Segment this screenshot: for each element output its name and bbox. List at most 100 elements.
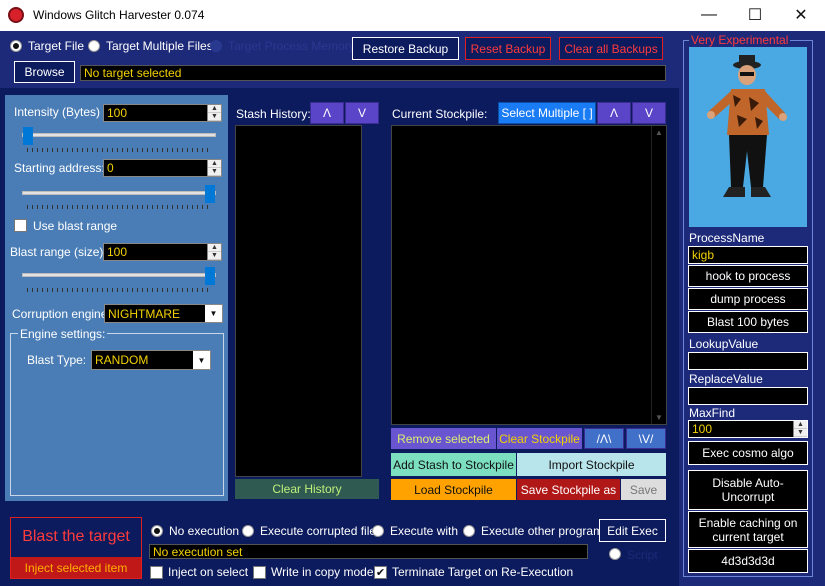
minimize-button[interactable]: — [686, 0, 732, 30]
target-process-radio[interactable] [210, 40, 222, 52]
blast-range-spinner[interactable]: ▲ ▼ [207, 244, 221, 260]
blast-range-size-input[interactable]: 100 ▲ ▼ [103, 243, 222, 261]
stockpile-down-button[interactable]: V [632, 102, 666, 124]
inject-selected-button[interactable]: Inject selected item [11, 557, 141, 578]
starting-address-slider-track[interactable] [22, 191, 216, 195]
starting-address-slider-thumb[interactable] [205, 185, 215, 203]
dancing-figure-image [689, 47, 807, 227]
stockpile-up-button[interactable]: Λ [597, 102, 631, 124]
script-label: Script [627, 548, 658, 562]
execute-with-label: Execute with [390, 524, 459, 538]
intensity-spinner[interactable]: ▲ ▼ [207, 105, 221, 121]
inject-on-select-label: Inject on select [168, 565, 249, 579]
blast-type-select[interactable]: RANDOM ▼ [91, 350, 211, 370]
stockpile-move-down-button[interactable]: \V/ [626, 428, 666, 449]
starting-address-spinner[interactable]: ▲ ▼ [207, 160, 221, 176]
clear-history-button[interactable]: Clear History [235, 479, 379, 499]
intensity-slider-track[interactable] [22, 133, 216, 137]
starting-address-slider-ticks [27, 205, 212, 209]
process-name-label: ProcessName [689, 231, 765, 245]
stockpile-title: Current Stockpile: [392, 107, 488, 121]
starting-address-label: Starting address: [14, 161, 105, 175]
app-icon [8, 7, 24, 23]
corruption-engine-value: NIGHTMARE [108, 306, 180, 321]
dancer-figure [689, 47, 807, 227]
target-status-field: No target selected [80, 65, 666, 81]
intensity-input[interactable]: 100 ▲ ▼ [103, 104, 222, 122]
intensity-value: 100 [107, 106, 128, 120]
edit-exec-button[interactable]: Edit Exec [599, 519, 666, 542]
execute-corrupted-radio[interactable] [242, 525, 254, 537]
lookup-value-input[interactable] [688, 352, 808, 370]
terminate-reexec-checkbox[interactable]: ✔ [374, 566, 387, 579]
stash-history-title: Stash History: [236, 107, 311, 121]
stash-down-button[interactable]: V [345, 102, 379, 124]
load-stockpile-button[interactable]: Load Stockpile [391, 479, 516, 500]
chevron-down-icon: ▼ [205, 305, 222, 322]
blast-type-label: Blast Type: [27, 353, 87, 367]
execute-with-radio[interactable] [372, 525, 384, 537]
target-file-radio[interactable] [10, 40, 22, 52]
stash-up-button[interactable]: Λ [310, 102, 344, 124]
execute-other-label: Execute other program [481, 524, 604, 538]
corruption-engine-select[interactable]: NIGHTMARE ▼ [104, 304, 223, 323]
target-multiple-radio[interactable] [88, 40, 100, 52]
blast-bytes-button[interactable]: Blast 100 bytes [688, 311, 808, 333]
close-button[interactable]: ✕ [778, 0, 824, 30]
execute-corrupted-label: Execute corrupted file [260, 524, 377, 538]
add-stash-button[interactable]: Add Stash to Stockpile [391, 453, 516, 476]
blast-range-slider-thumb[interactable] [205, 267, 215, 285]
no-execution-radio[interactable] [151, 525, 163, 537]
lookup-value-label: LookupValue [689, 337, 759, 351]
clear-stockpile-button[interactable]: Clear Stockpile [497, 428, 582, 449]
dump-process-button[interactable]: dump process [688, 288, 808, 310]
use-blast-range-label: Use blast range [33, 219, 118, 233]
maxfind-label: MaxFind [689, 406, 736, 420]
write-copy-mode-label: Write in copy mode [271, 565, 374, 579]
select-multiple-button[interactable]: Select Multiple [ ] [498, 102, 596, 124]
inject-on-select-checkbox[interactable] [150, 566, 163, 579]
blast-range-size-value: 100 [107, 245, 128, 259]
save-stockpile-as-button[interactable]: Save Stockpile as [517, 479, 620, 500]
replace-value-input[interactable] [688, 387, 808, 405]
blast-range-slider-track[interactable] [22, 273, 216, 277]
execution-status-field: No execution set [149, 544, 588, 559]
browse-button[interactable]: Browse [14, 61, 75, 83]
remove-selected-button[interactable]: Remove selected [391, 428, 496, 449]
replace-value-label: ReplaceValue [689, 372, 763, 386]
maximize-button[interactable]: ☐ [732, 0, 778, 30]
clear-all-backups-button[interactable]: Clear all Backups [559, 37, 663, 60]
execute-other-radio[interactable] [463, 525, 475, 537]
use-blast-range-checkbox[interactable] [14, 219, 27, 232]
write-copy-mode-checkbox[interactable] [253, 566, 266, 579]
hex-value-button[interactable]: 4d3d3d3d [688, 549, 808, 573]
restore-backup-button[interactable]: Restore Backup [352, 37, 459, 60]
script-radio[interactable] [609, 548, 621, 560]
target-process-label: Target Process Memory [228, 39, 355, 53]
no-execution-label: No execution [169, 524, 240, 538]
hook-process-button[interactable]: hook to process [688, 265, 808, 287]
corruption-engine-label: Corruption engine: [12, 307, 111, 321]
reset-backup-button[interactable]: Reset Backup [465, 37, 551, 60]
engine-settings-label: Engine settings: [18, 327, 108, 341]
target-multiple-label: Target Multiple Files [106, 39, 213, 53]
stockpile-scrollbar[interactable]: ▲ ▼ [651, 126, 666, 424]
blast-type-value: RANDOM [95, 353, 149, 367]
exec-cosmo-button[interactable]: Exec cosmo algo [688, 441, 808, 465]
blast-target-button[interactable]: Blast the target [11, 518, 141, 555]
process-name-input[interactable]: kigb [688, 246, 808, 264]
enable-caching-button[interactable]: Enable caching on current target [688, 511, 808, 548]
intensity-label: Intensity (Bytes) : [14, 105, 107, 119]
blast-range-slider-ticks [27, 288, 212, 292]
save-stockpile-button[interactable]: Save [621, 479, 666, 500]
starting-address-input[interactable]: 0 ▲ ▼ [103, 159, 222, 177]
stockpile-list[interactable]: ▲ ▼ [391, 125, 667, 425]
stockpile-move-up-button[interactable]: /Λ\ [584, 428, 624, 449]
stash-history-list[interactable] [235, 125, 362, 477]
starting-address-value: 0 [107, 161, 114, 175]
import-stockpile-button[interactable]: Import Stockpile [517, 453, 666, 476]
disable-uncorrupt-button[interactable]: Disable Auto-Uncorrupt [688, 470, 808, 510]
intensity-slider-thumb[interactable] [23, 127, 33, 145]
maxfind-input[interactable]: 100 ▲ ▼ [688, 420, 808, 438]
maxfind-spinner[interactable]: ▲ ▼ [793, 421, 807, 437]
